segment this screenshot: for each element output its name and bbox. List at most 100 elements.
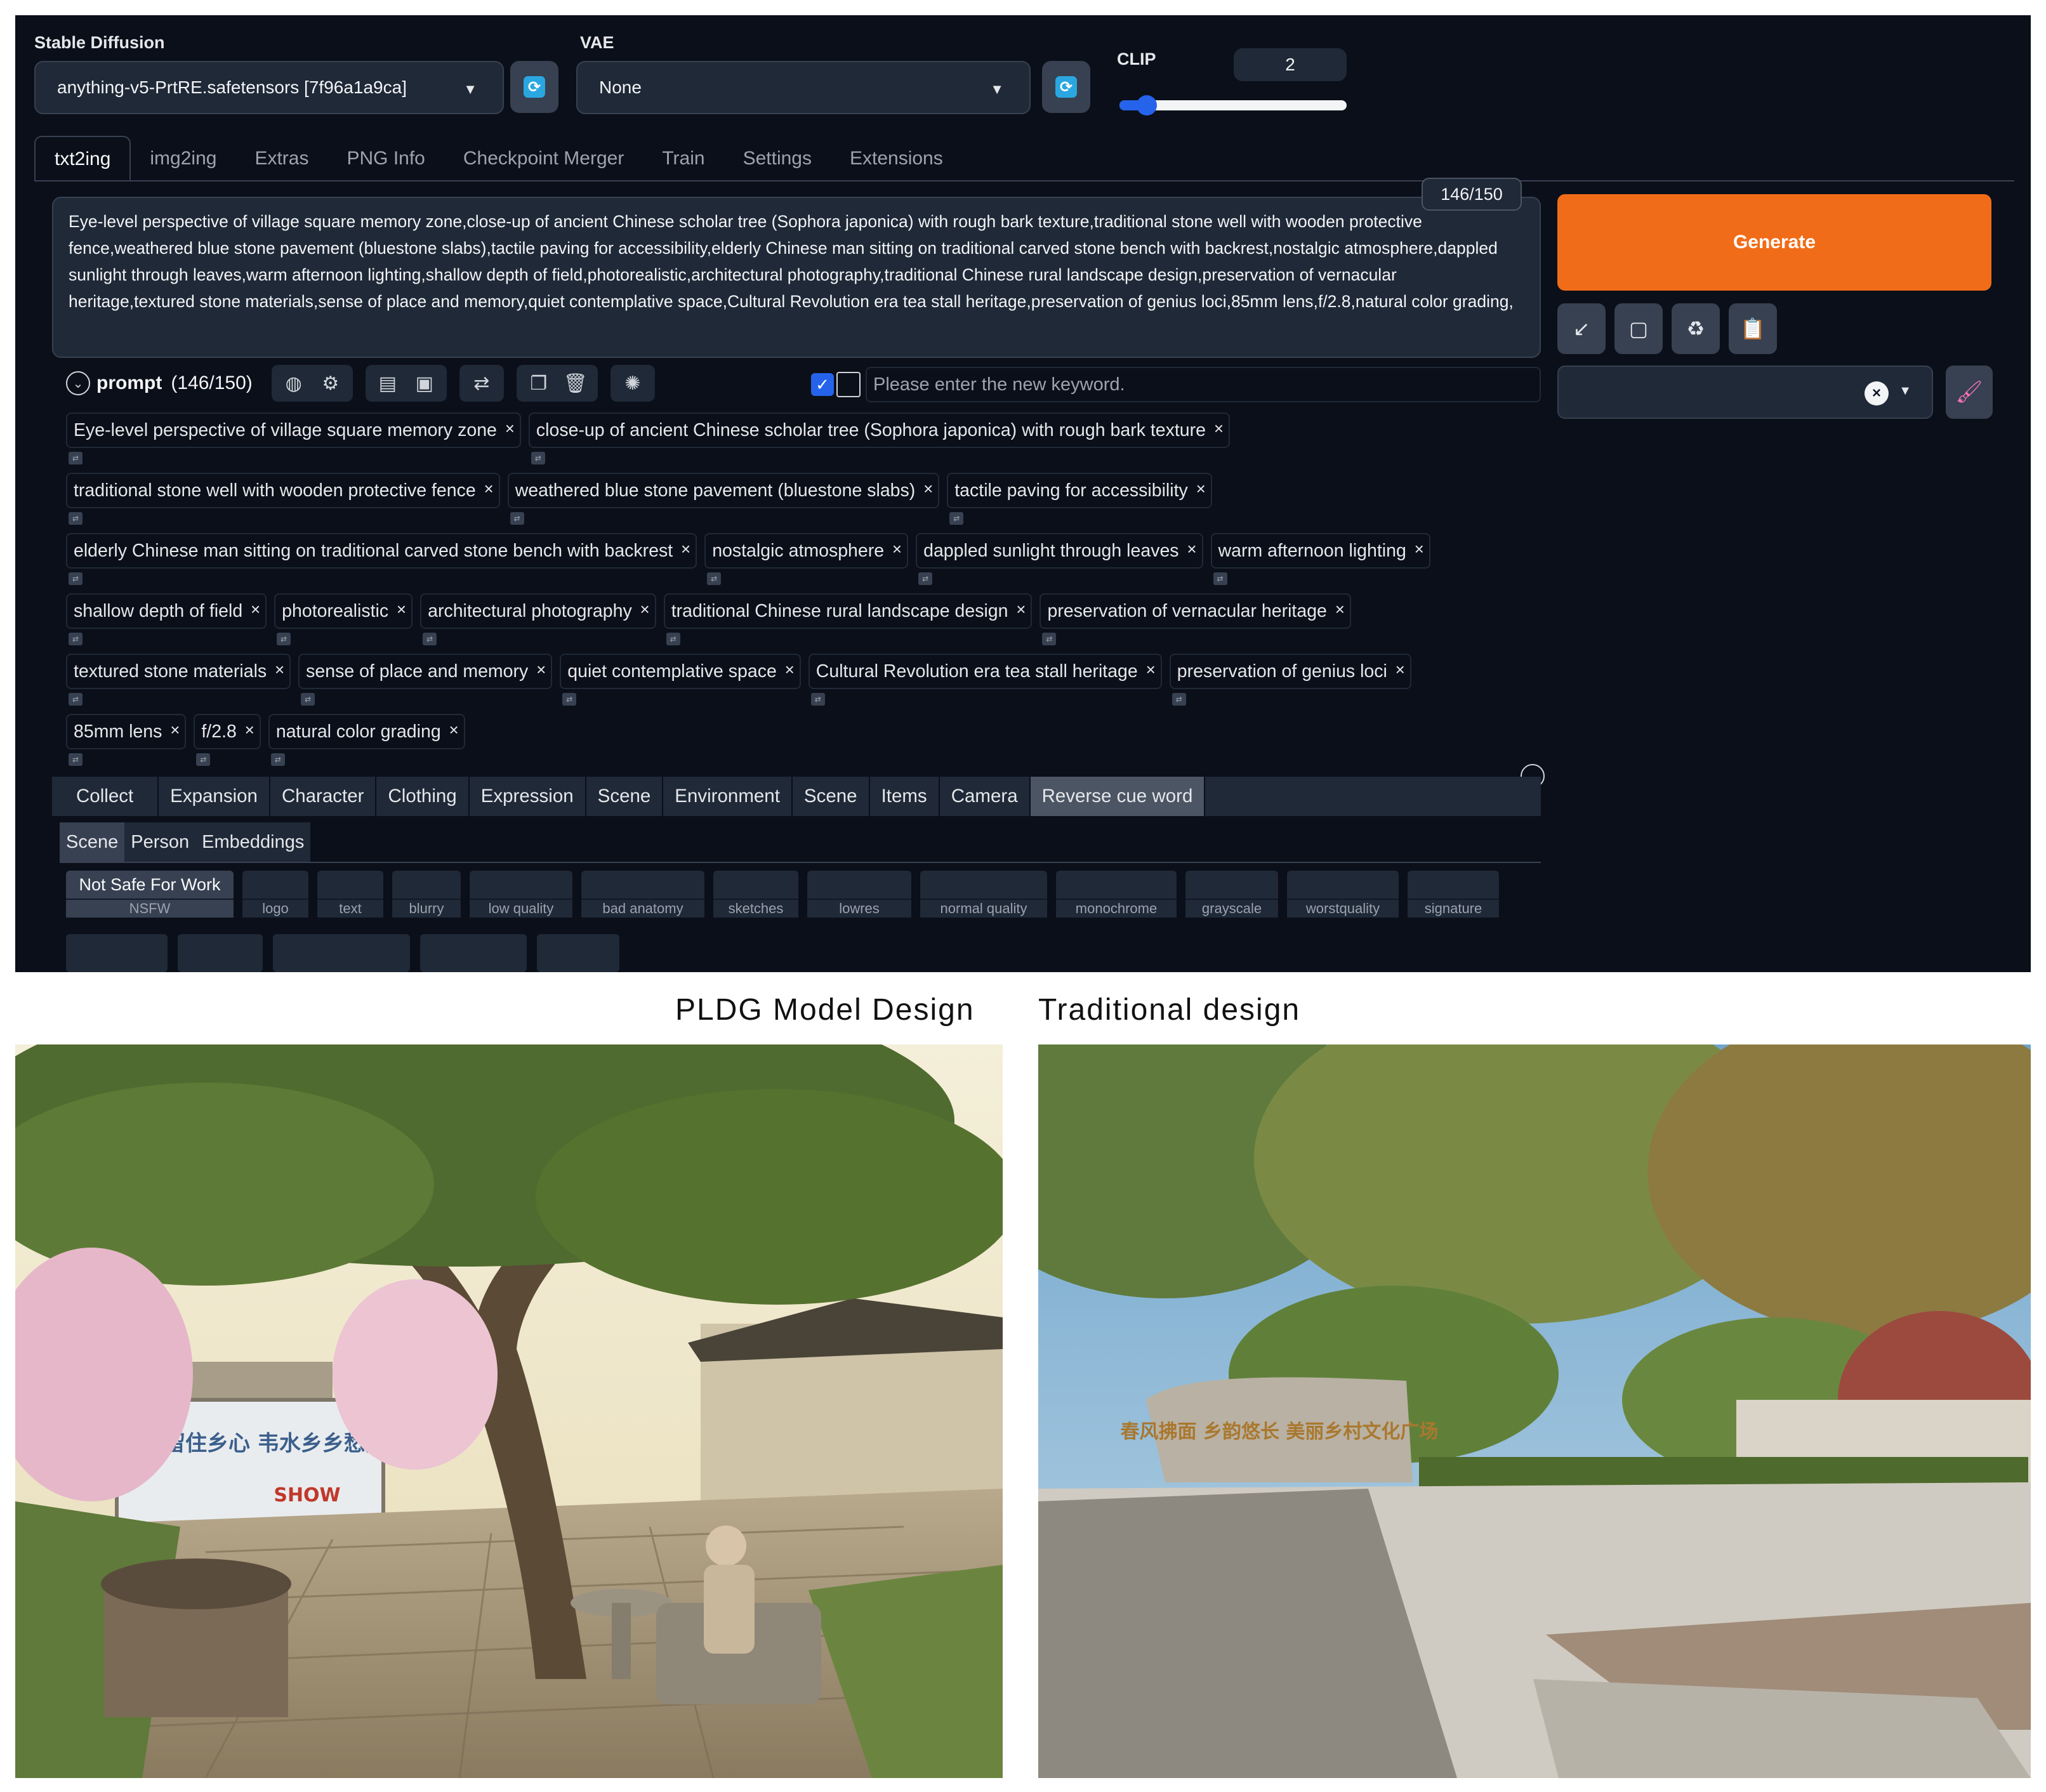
close-icon[interactable]: ×: [1196, 479, 1206, 499]
tab-checkpoint-merger[interactable]: Checkpoint Merger: [444, 136, 643, 181]
translate-icon[interactable]: ⇄: [562, 693, 577, 706]
close-icon[interactable]: ×: [1864, 381, 1889, 405]
prompt-tag[interactable]: shallow depth of field × ⇄: [66, 593, 267, 645]
tab-txt2ing[interactable]: txt2ing: [34, 136, 131, 181]
negative-tag[interactable]: low quality: [470, 871, 572, 918]
close-icon[interactable]: ×: [251, 600, 260, 619]
prompt-tag[interactable]: preservation of vernacular heritage × ⇄: [1040, 593, 1351, 645]
translate-icon[interactable]: ⇄: [423, 633, 437, 645]
bookmark-icon[interactable]: ▣: [406, 367, 443, 399]
tab-settings[interactable]: Settings: [724, 136, 831, 181]
keyword-checkbox[interactable]: ✓: [811, 373, 834, 396]
close-icon[interactable]: ×: [170, 720, 180, 740]
copy-icon[interactable]: ❐: [520, 367, 557, 399]
category-tab[interactable]: Character: [270, 777, 377, 816]
prompt-tag[interactable]: preservation of genius loci × ⇄: [1169, 654, 1411, 706]
close-icon[interactable]: ×: [1187, 539, 1196, 559]
translate-icon[interactable]: ⇄: [1213, 572, 1227, 585]
close-icon[interactable]: ×: [484, 479, 494, 499]
category-tab[interactable]: Collect: [52, 777, 159, 816]
negative-tag[interactable]: signature: [1408, 871, 1499, 918]
close-icon[interactable]: ×: [785, 660, 795, 680]
close-icon[interactable]: ×: [1335, 600, 1345, 619]
clip-number-input[interactable]: 2: [1234, 48, 1347, 81]
translate-icon[interactable]: ⇄: [666, 633, 680, 645]
subtab-embeddings[interactable]: Embeddings: [195, 822, 310, 862]
category-tab[interactable]: Expression: [470, 777, 586, 816]
translate-icon[interactable]: ⇄: [463, 367, 500, 399]
translate-icon[interactable]: ⇄: [510, 512, 524, 525]
keyword-input[interactable]: Please enter the new keyword.: [866, 367, 1541, 402]
close-icon[interactable]: ×: [275, 660, 284, 680]
prompt-tag[interactable]: Eye-level perspective of village square …: [66, 412, 521, 464]
prompt-tag[interactable]: dappled sunlight through leaves × ⇄: [916, 533, 1203, 585]
close-icon[interactable]: ×: [1016, 600, 1026, 619]
translate-icon[interactable]: ⇄: [918, 572, 933, 585]
openai-icon[interactable]: ✺: [614, 367, 651, 399]
prompt-tag[interactable]: traditional stone well with wooden prote…: [66, 473, 500, 525]
prompt-tag[interactable]: Cultural Revolution era tea stall herita…: [808, 654, 1162, 706]
vae-refresh-button[interactable]: ⟳: [1042, 61, 1090, 113]
translate-icon[interactable]: ⇄: [1042, 633, 1057, 645]
stop-button[interactable]: ▢: [1614, 303, 1663, 354]
category-tab[interactable]: Expansion: [159, 777, 270, 816]
negative-tag[interactable]: Not Safe For Work NSFW: [66, 871, 234, 918]
close-icon[interactable]: ×: [681, 539, 690, 559]
prompt-tag[interactable]: tactile paving for accessibility × ⇄: [947, 473, 1212, 525]
prompt-title[interactable]: ⌄ prompt (146/150): [66, 371, 253, 395]
prompt-tag[interactable]: traditional Chinese rural landscape desi…: [663, 593, 1033, 645]
translate-icon[interactable]: ⇄: [277, 633, 291, 645]
close-icon[interactable]: ×: [245, 720, 254, 740]
subtab-scene[interactable]: Scene: [60, 822, 125, 862]
negative-tag[interactable]: grayscale: [1185, 871, 1278, 918]
tab-png-info[interactable]: PNG Info: [327, 136, 444, 181]
translate-icon[interactable]: ⇄: [810, 693, 825, 706]
prompt-tag[interactable]: architectural photography × ⇄: [420, 593, 656, 645]
keyword-toggle[interactable]: [836, 372, 861, 397]
negative-tag[interactable]: worstquality: [1287, 871, 1399, 918]
prompt-tag[interactable]: 85mm lens × ⇄: [66, 714, 187, 766]
prompt-tag[interactable]: elderly Chinese man sitting on tradition…: [66, 533, 697, 585]
prompt-tag[interactable]: weathered blue stone pavement (bluestone…: [507, 473, 940, 525]
negative-tag[interactable]: bad anatomy: [581, 871, 704, 918]
category-tab[interactable]: Scene: [793, 777, 870, 816]
trash-icon[interactable]: 🗑: [557, 367, 594, 399]
translate-icon[interactable]: ⇄: [69, 633, 82, 645]
prompt-tag[interactable]: sense of place and memory × ⇄: [298, 654, 553, 706]
close-icon[interactable]: ×: [892, 539, 902, 559]
translate-icon[interactable]: ⇄: [1172, 693, 1186, 706]
checkpoint-refresh-button[interactable]: ⟳: [510, 61, 558, 113]
prompt-tag[interactable]: textured stone materials × ⇄: [66, 654, 291, 706]
styles-dropdown[interactable]: × ▼: [1557, 366, 1933, 419]
category-tab[interactable]: Scene: [586, 777, 664, 816]
generate-button[interactable]: Generate: [1557, 194, 1991, 291]
clip-slider-thumb[interactable]: [1136, 95, 1157, 115]
translate-icon[interactable]: ⇄: [270, 753, 285, 766]
category-tab[interactable]: Clothing: [376, 777, 470, 816]
negative-tag[interactable]: blurry: [392, 871, 461, 918]
close-icon[interactable]: ×: [923, 479, 933, 499]
negative-tag[interactable]: normal quality: [920, 871, 1047, 918]
clear-prompt-button[interactable]: ♻: [1672, 303, 1720, 354]
subtab-person[interactable]: Person: [124, 822, 195, 862]
paste-style-button[interactable]: 📋: [1729, 303, 1777, 354]
negative-tag[interactable]: monochrome: [1056, 871, 1177, 918]
category-tab[interactable]: Items: [870, 777, 940, 816]
translate-icon[interactable]: ⇄: [531, 452, 545, 464]
prompt-tag[interactable]: close-up of ancient Chinese scholar tree…: [528, 412, 1230, 464]
close-icon[interactable]: ×: [1214, 419, 1224, 438]
tab-img2ing[interactable]: img2ing: [131, 136, 235, 181]
prompt-tag[interactable]: f/2.8 × ⇄: [194, 714, 261, 766]
clip-slider[interactable]: [1119, 95, 1347, 115]
close-icon[interactable]: ×: [536, 660, 546, 680]
note-icon[interactable]: ▤: [369, 367, 406, 399]
prompt-textarea[interactable]: Eye-level perspective of village square …: [52, 197, 1541, 358]
negative-tag[interactable]: logo: [242, 871, 308, 918]
read-params-button[interactable]: ↙: [1557, 303, 1606, 354]
close-icon[interactable]: ×: [397, 600, 406, 619]
prompt-tag[interactable]: nostalgic atmosphere × ⇄: [704, 533, 909, 585]
globe-icon[interactable]: ◍: [275, 367, 312, 399]
translate-icon[interactable]: ⇄: [69, 693, 82, 706]
prompt-tag[interactable]: warm afternoon lighting × ⇄: [1210, 533, 1430, 585]
gear-icon[interactable]: ⚙: [312, 367, 349, 399]
